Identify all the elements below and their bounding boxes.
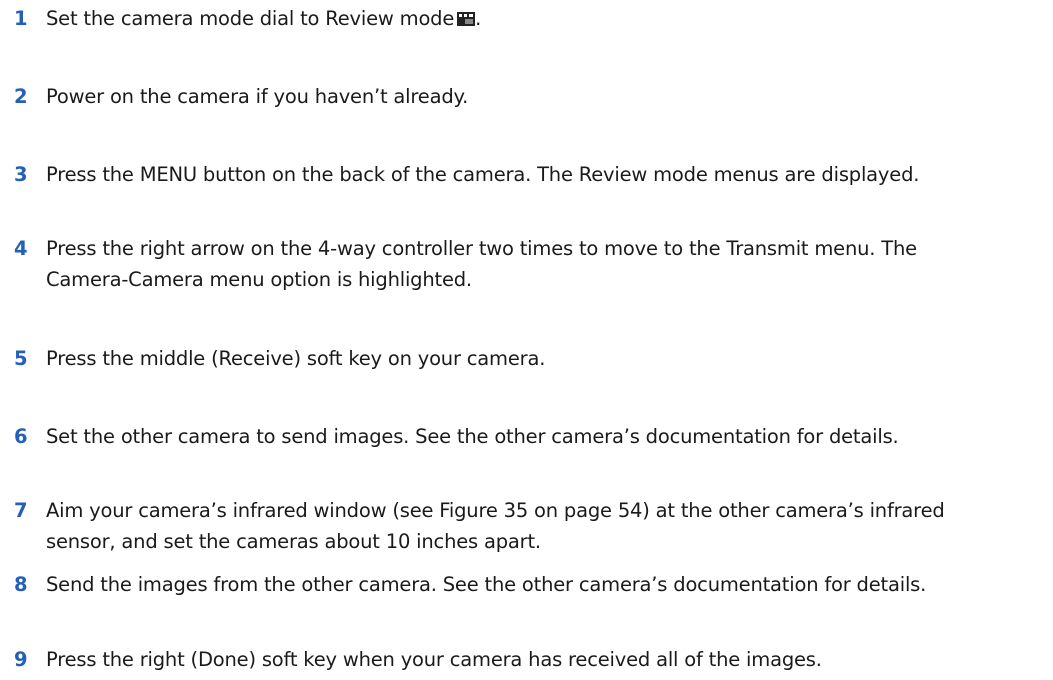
step-number: 4 [14, 237, 28, 260]
step-number: 5 [14, 347, 28, 370]
step-number: 6 [14, 425, 28, 448]
step-7: 7 Aim your camera’s infrared window (see… [14, 495, 1044, 557]
step-text: Press the middle (Receive) soft key on y… [46, 347, 546, 370]
step-6: 6 Set the other camera to send images. S… [14, 421, 1044, 452]
instruction-step-list: 1 Set the camera mode dial to Review mod… [0, 0, 1053, 680]
step-9: 9 Press the right (Done) soft key when y… [14, 644, 1044, 675]
step-2: 2 Power on the camera if you haven’t alr… [14, 81, 1044, 112]
step-text: Press the right (Done) soft key when you… [46, 648, 822, 671]
step-5: 5 Press the middle (Receive) soft key on… [14, 343, 1044, 374]
step-number: 1 [14, 7, 28, 30]
step-number: 8 [14, 573, 28, 596]
step-text: Set the camera mode dial to Review mode [46, 7, 455, 30]
step-text-suffix: . [475, 7, 482, 30]
step-8: 8 Send the images from the other camera.… [14, 569, 1044, 600]
review-mode-icon [457, 12, 476, 26]
step-3: 3 Press the MENU button on the back of t… [14, 159, 1044, 190]
step-number: 2 [14, 85, 28, 108]
step-text: Aim your camera’s infrared window (see F… [46, 499, 945, 553]
step-number: 9 [14, 648, 28, 671]
step-4: 4 Press the right arrow on the 4-way con… [14, 233, 1044, 295]
step-number: 3 [14, 163, 28, 186]
step-text: Set the other camera to send images. See… [46, 425, 899, 448]
step-text: Power on the camera if you haven’t alrea… [46, 85, 469, 108]
step-1: 1 Set the camera mode dial to Review mod… [14, 3, 1044, 34]
step-text: Send the images from the other camera. S… [46, 573, 927, 596]
step-text: Press the MENU button on the back of the… [46, 163, 920, 186]
step-number: 7 [14, 499, 28, 522]
step-text: Press the right arrow on the 4-way contr… [46, 237, 917, 291]
